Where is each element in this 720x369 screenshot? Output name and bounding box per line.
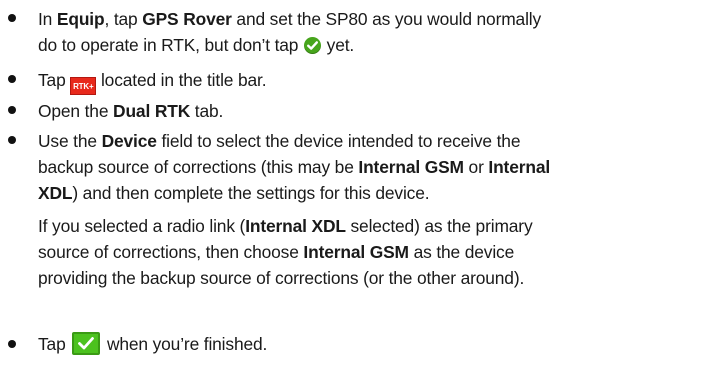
- step-1-line-2: do to operate in RTK, but don’t tap yet.: [38, 32, 700, 58]
- text-segment: or: [463, 157, 489, 177]
- text-segment: yet.: [321, 35, 355, 55]
- text-segment: source of corrections, then choose: [38, 242, 304, 262]
- text-segment: tab.: [190, 101, 224, 121]
- text-segment: located in the title bar.: [96, 70, 267, 90]
- bullet: [8, 14, 16, 22]
- text-segment: as the device: [408, 242, 515, 262]
- step-4-line-3: XDL) and then complete the settings for …: [38, 180, 700, 206]
- option-internal-xdl-part: XDL: [38, 183, 73, 203]
- option-internal-gsm: Internal GSM: [358, 157, 464, 177]
- option-internal-gsm: Internal GSM: [303, 242, 409, 262]
- rtk-plus-icon: RTK+: [70, 77, 97, 95]
- text-segment: Use the: [38, 131, 102, 151]
- text-segment: and set the SP80 as you would normally: [231, 9, 542, 29]
- text-segment: In: [38, 9, 57, 29]
- menu-name-gps-rover: GPS Rover: [142, 9, 232, 29]
- text-segment: , tap: [104, 9, 143, 29]
- text-segment: Tap: [38, 70, 71, 90]
- step-4-para-2-line-1: If you selected a radio link (Internal X…: [38, 213, 700, 239]
- step-4-para-2-line-3: providing the backup source of correctio…: [38, 265, 700, 291]
- text-segment: do to operate in RTK, but don’t tap: [38, 35, 303, 55]
- menu-name-equip: Equip: [56, 9, 105, 29]
- text-segment: If you selected a radio link (: [38, 216, 246, 236]
- text-segment: selected) as the primary: [345, 216, 533, 236]
- step-4-line-1: Use the Device field to select the devic…: [38, 128, 700, 154]
- bullet: [8, 136, 16, 144]
- step-1: In Equip, tap GPS Rover and set the SP80…: [0, 6, 700, 58]
- text-segment: Tap: [38, 334, 71, 354]
- step-5: Tap when you’re finished.: [0, 330, 700, 358]
- text-segment: Open the: [38, 101, 114, 121]
- bullet: [8, 75, 16, 83]
- step-3-text: Open the Dual RTK tab.: [38, 98, 700, 124]
- step-3: Open the Dual RTK tab.: [0, 98, 700, 124]
- field-name-device: Device: [101, 131, 157, 151]
- instruction-page: In Equip, tap GPS Rover and set the SP80…: [0, 0, 720, 369]
- text-segment: field to select the device intended to r…: [156, 131, 521, 151]
- step-2-line-1: Tap RTK+ located in the title bar.: [38, 67, 700, 95]
- bullet: [8, 106, 16, 114]
- tab-name-dual-rtk: Dual RTK: [113, 101, 191, 121]
- step-5-text: Tap when you’re finished.: [38, 331, 700, 357]
- option-internal-xdl: Internal XDL: [245, 216, 346, 236]
- step-1-text: In Equip, tap GPS Rover and set the SP80…: [38, 6, 700, 58]
- step-2: Tap RTK+ located in the title bar.: [0, 67, 700, 95]
- text-segment: providing the backup source of correctio…: [38, 268, 525, 288]
- step-4: Use the Device field to select the devic…: [0, 128, 700, 308]
- text-segment: when you’re finished.: [102, 334, 268, 354]
- step-2-text: Tap RTK+ located in the title bar.: [38, 67, 700, 95]
- text-segment: backup source of corrections (this may b…: [38, 157, 359, 177]
- green-checkbox-validate-icon: [72, 332, 101, 355]
- step-3-line-1: Open the Dual RTK tab.: [38, 98, 700, 124]
- step-4-line-2: backup source of corrections (this may b…: [38, 154, 700, 180]
- step-1-line-1: In Equip, tap GPS Rover and set the SP80…: [38, 6, 700, 32]
- step-4-text: Use the Device field to select the devic…: [38, 128, 700, 291]
- bullet: [8, 340, 16, 348]
- option-internal-xdl-part: Internal: [488, 157, 551, 177]
- step-4-para-2-line-2: source of corrections, then choose Inter…: [38, 239, 700, 265]
- step-5-line-1: Tap when you’re finished.: [38, 331, 700, 357]
- green-check-circle-icon: [303, 37, 321, 54]
- text-segment: ) and then complete the settings for thi…: [72, 183, 430, 203]
